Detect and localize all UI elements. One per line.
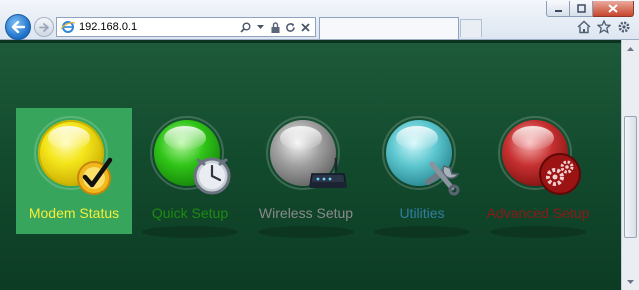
refresh-icon[interactable] [284,20,296,34]
menu-reflection [374,226,470,238]
menu-label-advanced-setup: Advanced Setup [486,205,590,221]
ie-page-icon [61,21,75,33]
new-tab-button[interactable] [460,19,482,37]
maximize-icon [576,4,586,13]
scroll-down-arrow-icon [627,279,634,284]
menu-reflection [258,226,354,238]
home-icon[interactable] [577,20,591,34]
menu-item-modem-status[interactable]: Modem Status [16,108,132,234]
maximize-button[interactable] [570,1,593,17]
checkmark-icon [77,157,113,195]
minimize-button[interactable] [546,1,570,17]
gears-icon [539,153,581,195]
page-viewport: Modem Status Quick Setup Wireless Setup … [0,40,621,290]
stop-icon[interactable] [299,20,311,34]
menu-item-advanced-setup[interactable]: Advanced Setup [480,108,596,238]
favorites-star-icon[interactable] [597,20,611,34]
browser-right-tools [577,20,631,34]
scroll-down-button[interactable] [622,273,639,290]
browser-tab[interactable] [319,17,459,39]
scrollbar-thumb[interactable] [624,116,637,238]
menu-item-quick-setup[interactable]: Quick Setup [132,108,248,238]
menu-item-wireless-setup[interactable]: Wireless Setup [248,108,364,238]
forward-button[interactable] [34,17,54,37]
address-tools [239,20,311,34]
browser-toolbar: 192.168.0.1 [0,0,639,40]
back-button[interactable] [5,14,31,40]
router-main-menu: Modem Status Quick Setup Wireless Setup … [0,40,621,290]
menu-reflection [142,226,238,238]
clock-icon [193,157,231,195]
close-button[interactable] [593,1,634,17]
dropdown-icon[interactable] [254,20,266,34]
address-bar[interactable]: 192.168.0.1 [56,17,316,37]
lock-icon[interactable] [269,20,281,34]
menu-item-utilities[interactable]: Utilities [364,108,480,238]
scroll-up-button[interactable] [622,40,639,57]
close-icon [608,4,618,13]
url-text[interactable]: 192.168.0.1 [79,21,137,33]
scroll-up-arrow-icon [627,46,634,51]
menu-reflection [490,226,586,238]
router-icon [309,158,347,188]
search-icon[interactable] [239,20,251,34]
vertical-scrollbar[interactable] [621,40,639,290]
forward-arrow-icon [39,22,49,32]
settings-gear-icon[interactable] [617,20,631,34]
window-controls [546,1,634,17]
minimize-icon [554,10,562,12]
back-arrow-icon [11,21,25,33]
wrench-icon [425,161,460,196]
